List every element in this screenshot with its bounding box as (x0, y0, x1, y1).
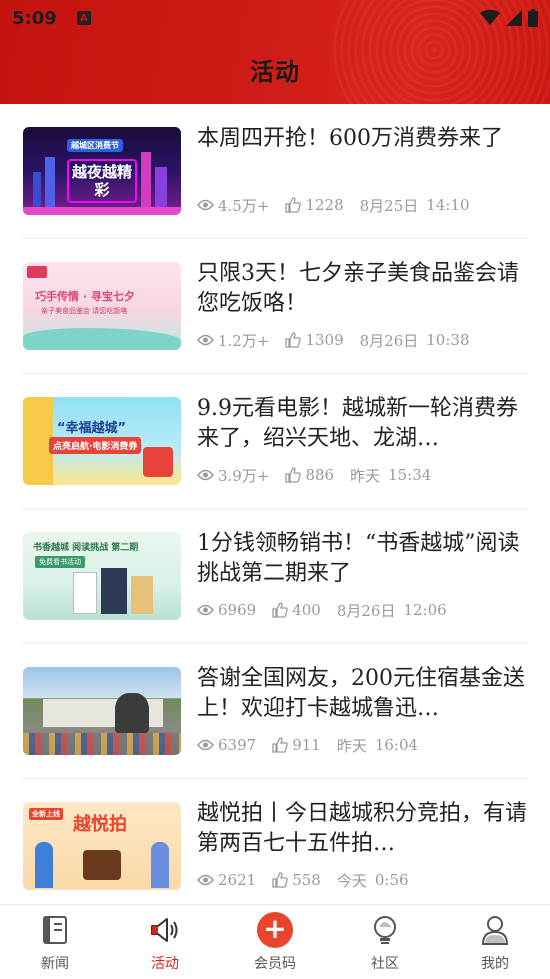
eye-icon (197, 739, 214, 751)
view-count: 2621 (218, 871, 257, 889)
article-title[interactable]: 越悦拍丨今日越城积分竞拍，有请第两百七十五件拍… (197, 799, 527, 861)
page-title: 活动 (250, 58, 300, 86)
thumb-badge: 全新上线 (29, 808, 63, 820)
view-count: 6969 (218, 601, 257, 619)
article-title[interactable]: 1分钱领畅销书！“书香越城”阅读挑战第二期来了 (197, 529, 527, 591)
thumb-caption: 巧手传情 · 寻宝七夕 (35, 290, 135, 303)
publish-time: 14:10 (426, 196, 470, 214)
tab-profile[interactable]: 我的 (440, 905, 550, 979)
bottom-tab-bar: 新闻 活动 + 会员码 社区 我的 (0, 904, 550, 979)
thumb-caption: 越夜越精彩 (67, 159, 137, 203)
publish-date: 8月25日 (359, 196, 419, 215)
article-thumbnail: “幸福越城” 点亮启航·电影消费券 (23, 397, 181, 485)
publish-time: 10:38 (426, 331, 470, 349)
article-thumbnail (23, 667, 181, 755)
article-title[interactable]: 9.9元看电影！越城新一轮消费券来了，绍兴天地、龙湖… (197, 394, 527, 456)
article-meta: 2621 558 今天 0:56 (197, 869, 409, 891)
publish-date: 8月26日 (336, 601, 396, 620)
thumbs-up-icon (272, 602, 288, 618)
thumb-badge: 免费看书活动 (35, 556, 85, 568)
megaphone-icon (151, 918, 178, 942)
publish-time: 16:04 (374, 736, 419, 754)
eye-icon (197, 334, 214, 346)
battery-icon (528, 9, 538, 27)
article-title[interactable]: 答谢全国网友，200元住宿基金送上！欢迎打卡越城鲁迅… (197, 664, 527, 726)
eye-icon (197, 469, 214, 481)
article-thumbnail: 书香越城 阅读挑战 第二期 免费看书活动 (23, 532, 181, 620)
thumbs-up-icon (285, 467, 302, 483)
eye-icon (197, 874, 214, 886)
article-meta: 6969 400 8月26日 12:06 (197, 599, 447, 621)
like-count: 886 (305, 466, 335, 484)
list-item[interactable]: 越城区消费节 越夜越精彩 本周四开抢！600万消费券来了 4.5万+ 1228 … (22, 104, 528, 239)
eye-icon (197, 604, 214, 616)
publish-time: 15:34 (388, 466, 432, 484)
list-item[interactable]: 答谢全国网友，200元住宿基金送上！欢迎打卡越城鲁迅… 6397 911 昨天 … (22, 644, 528, 779)
status-bar: 5:09 A (0, 0, 550, 36)
article-meta: 3.9万+ 886 昨天 15:34 (197, 464, 431, 486)
thumb-caption: 书香越城 阅读挑战 第二期 (33, 543, 139, 553)
tab-member-code[interactable]: + 会员码 (220, 905, 330, 979)
activity-list[interactable]: 越城区消费节 越夜越精彩 本周四开抢！600万消费券来了 4.5万+ 1228 … (0, 104, 550, 904)
article-title[interactable]: 只限3天！七夕亲子美食品鉴会请您吃饭咯！ (197, 259, 527, 321)
status-a-icon: A (76, 11, 91, 25)
article-thumbnail: 越城区消费节 越夜越精彩 (23, 127, 181, 215)
publish-date: 昨天 (350, 466, 381, 485)
thumbs-up-icon (272, 872, 288, 888)
wifi-icon (480, 10, 500, 25)
news-icon (43, 916, 67, 944)
thumb-caption: “幸福越城” (57, 421, 127, 436)
tab-news[interactable]: 新闻 (0, 905, 110, 979)
publish-date: 今天 (336, 871, 367, 890)
like-count: 1228 (305, 196, 344, 214)
article-title[interactable]: 本周四开抢！600万消费券来了 (197, 124, 527, 186)
plus-icon: + (257, 912, 293, 948)
article-meta: 4.5万+ 1228 8月25日 14:10 (197, 194, 470, 216)
like-count: 558 (292, 871, 321, 889)
list-item[interactable]: 书香越城 阅读挑战 第二期 免费看书活动 1分钱领畅销书！“书香越城”阅读挑战第… (22, 509, 528, 644)
list-item[interactable]: 全新上线 越悦拍 越悦拍丨今日越城积分竞拍，有请第两百七十五件拍… 2621 5… (22, 779, 528, 904)
list-item[interactable]: “幸福越城” 点亮启航·电影消费券 9.9元看电影！越城新一轮消费券来了，绍兴天… (22, 374, 528, 509)
like-count: 911 (292, 736, 321, 754)
article-meta: 6397 911 昨天 16:04 (197, 734, 418, 756)
tab-label: 社区 (371, 956, 399, 972)
thumb-badge: 点亮启航·电影消费券 (49, 437, 142, 454)
publish-time: 0:56 (374, 871, 409, 889)
thumbs-up-icon (272, 737, 288, 753)
thumb-badge: 亲子美食品鉴会 请您吃饭咯 (41, 307, 128, 315)
tab-label: 活动 (151, 956, 179, 972)
thumbs-up-icon (285, 197, 302, 213)
thumb-badge: 越城区消费节 (67, 139, 123, 152)
view-count: 4.5万+ (218, 196, 270, 215)
thumbs-up-icon (285, 332, 302, 348)
article-meta: 1.2万+ 1309 8月26日 10:38 (197, 329, 470, 351)
community-icon (374, 916, 396, 944)
thumb-caption: 越悦拍 (73, 814, 127, 835)
like-count: 400 (292, 601, 321, 619)
view-count: 6397 (218, 736, 257, 754)
signal-icon (506, 10, 522, 26)
list-item[interactable]: 巧手传情 · 寻宝七夕 亲子美食品鉴会 请您吃饭咯 只限3天！七夕亲子美食品鉴会… (22, 239, 528, 374)
like-count: 1309 (305, 331, 344, 349)
eye-icon (197, 199, 214, 211)
tab-label: 新闻 (41, 956, 69, 972)
tab-label: 会员码 (254, 956, 296, 972)
status-time: 5:09 (12, 7, 57, 29)
tab-community[interactable]: 社区 (330, 905, 440, 979)
tab-activity[interactable]: 活动 (110, 905, 220, 979)
publish-date: 8月26日 (359, 331, 419, 350)
publish-date: 昨天 (336, 736, 367, 755)
status-icons (480, 9, 538, 27)
view-count: 3.9万+ (218, 466, 270, 485)
profile-icon (481, 916, 509, 945)
view-count: 1.2万+ (218, 331, 270, 350)
tab-label: 我的 (481, 956, 509, 972)
article-thumbnail: 全新上线 越悦拍 (23, 802, 181, 890)
article-thumbnail: 巧手传情 · 寻宝七夕 亲子美食品鉴会 请您吃饭咯 (23, 262, 181, 350)
header-bar: 5:09 A 活动 (0, 0, 550, 104)
publish-time: 12:06 (403, 601, 447, 619)
